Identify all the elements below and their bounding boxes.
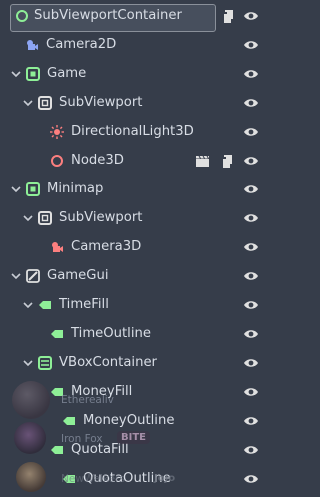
- tree-row-game[interactable]: Game: [0, 60, 264, 89]
- camera3d-icon: [52, 242, 63, 252]
- chevron-down-icon[interactable]: [10, 183, 22, 195]
- tree-row-gamegui[interactable]: GameGui: [0, 262, 264, 291]
- tree-row-subviewportcontainer[interactable]: SubViewportContainer: [0, 2, 264, 32]
- clapperboard-icon[interactable]: [195, 155, 210, 168]
- chevron-down-icon[interactable]: [10, 68, 22, 80]
- chevron-down-icon[interactable]: [10, 270, 22, 282]
- tree-row-label: TimeFill: [59, 297, 109, 312]
- tree-row-label: SubViewportContainer: [34, 8, 182, 23]
- tree-row-label: DirectionalLight3D: [71, 124, 194, 139]
- avatar: [14, 422, 46, 454]
- visibility-eye-icon[interactable]: [243, 155, 259, 167]
- viewer-overlay: Etherealiv Iron Fox BITE NewWalkers JoJo: [0, 378, 200, 497]
- visibility-eye-icon[interactable]: [243, 299, 259, 311]
- viewer-name: Etherealiv: [61, 394, 114, 406]
- tree-row-label: Minimap: [47, 181, 104, 196]
- tree-row-camera3d[interactable]: Camera3D: [0, 233, 264, 262]
- tree-row-subviewport[interactable]: SubViewport: [0, 89, 264, 118]
- tree-row-label: SubViewport: [59, 210, 143, 225]
- visibility-eye-icon[interactable]: [243, 68, 259, 80]
- avatar: [16, 462, 46, 492]
- tree-row-label: TimeOutline: [71, 326, 151, 341]
- chevron-down-icon[interactable]: [22, 97, 34, 109]
- label-icon: [51, 330, 63, 338]
- directional-light-icon: [50, 125, 64, 139]
- tree-row-camera2d[interactable]: Camera2D: [0, 31, 264, 60]
- script-icon[interactable]: [222, 9, 235, 24]
- label-icon: [39, 301, 51, 309]
- visibility-eye-icon[interactable]: [243, 126, 259, 138]
- viewer-badge: JoJo: [154, 473, 176, 484]
- visibility-eye-icon[interactable]: [243, 270, 259, 282]
- tree-row-timeoutline[interactable]: TimeOutline: [0, 320, 264, 349]
- subviewport-icon: [38, 211, 52, 225]
- viewer-name: Iron Fox: [61, 433, 103, 445]
- chevron-down-icon[interactable]: [22, 299, 34, 311]
- chevron-down-icon[interactable]: [22, 212, 34, 224]
- visibility-eye-icon[interactable]: [243, 97, 259, 109]
- tree-row-label: Camera3D: [71, 239, 142, 254]
- viewer-badge: BITE: [117, 431, 150, 444]
- visibility-eye-icon[interactable]: [243, 10, 259, 22]
- visibility-eye-icon[interactable]: [243, 241, 259, 253]
- tree-row-label: VBoxContainer: [59, 355, 157, 370]
- chevron-down-icon[interactable]: [22, 357, 34, 369]
- visibility-eye-icon[interactable]: [243, 212, 259, 224]
- visibility-eye-icon[interactable]: [243, 444, 259, 456]
- tree-row-subviewport-2[interactable]: SubViewport: [0, 204, 264, 233]
- control-container-icon: [16, 10, 28, 22]
- tree-row-vboxcontainer[interactable]: VBoxContainer: [0, 349, 264, 378]
- camera2d-icon: [27, 40, 38, 50]
- script-icon[interactable]: [221, 154, 234, 169]
- tree-row-label: Camera2D: [46, 37, 117, 52]
- visibility-eye-icon[interactable]: [243, 183, 259, 195]
- tree-row-minimap[interactable]: Minimap: [0, 175, 264, 204]
- visibility-eye-icon[interactable]: [243, 328, 259, 340]
- tree-row-directionallight3d[interactable]: DirectionalLight3D: [0, 118, 264, 147]
- node3d-icon: [51, 155, 63, 167]
- tree-row-timefill[interactable]: TimeFill: [0, 291, 264, 320]
- subviewport-container-icon: [26, 182, 40, 196]
- visibility-eye-icon[interactable]: [243, 357, 259, 369]
- tree-row-label: Node3D: [71, 153, 124, 168]
- vbox-container-icon: [38, 356, 52, 370]
- tree-row-label: SubViewport: [59, 95, 143, 110]
- subviewport-icon: [38, 96, 52, 110]
- tree-row-label: GameGui: [47, 268, 109, 283]
- avatar: [12, 381, 50, 419]
- visibility-eye-icon[interactable]: [243, 39, 259, 51]
- visibility-eye-icon[interactable]: [243, 415, 259, 427]
- tree-row-node3d[interactable]: Node3D: [0, 147, 264, 176]
- visibility-eye-icon[interactable]: [243, 386, 259, 398]
- visibility-eye-icon[interactable]: [243, 473, 259, 485]
- viewer-name: NewWalkers: [61, 473, 125, 485]
- gui-icon: [26, 269, 40, 283]
- tree-row-label: Game: [47, 66, 87, 81]
- subviewport-container-icon: [26, 67, 40, 81]
